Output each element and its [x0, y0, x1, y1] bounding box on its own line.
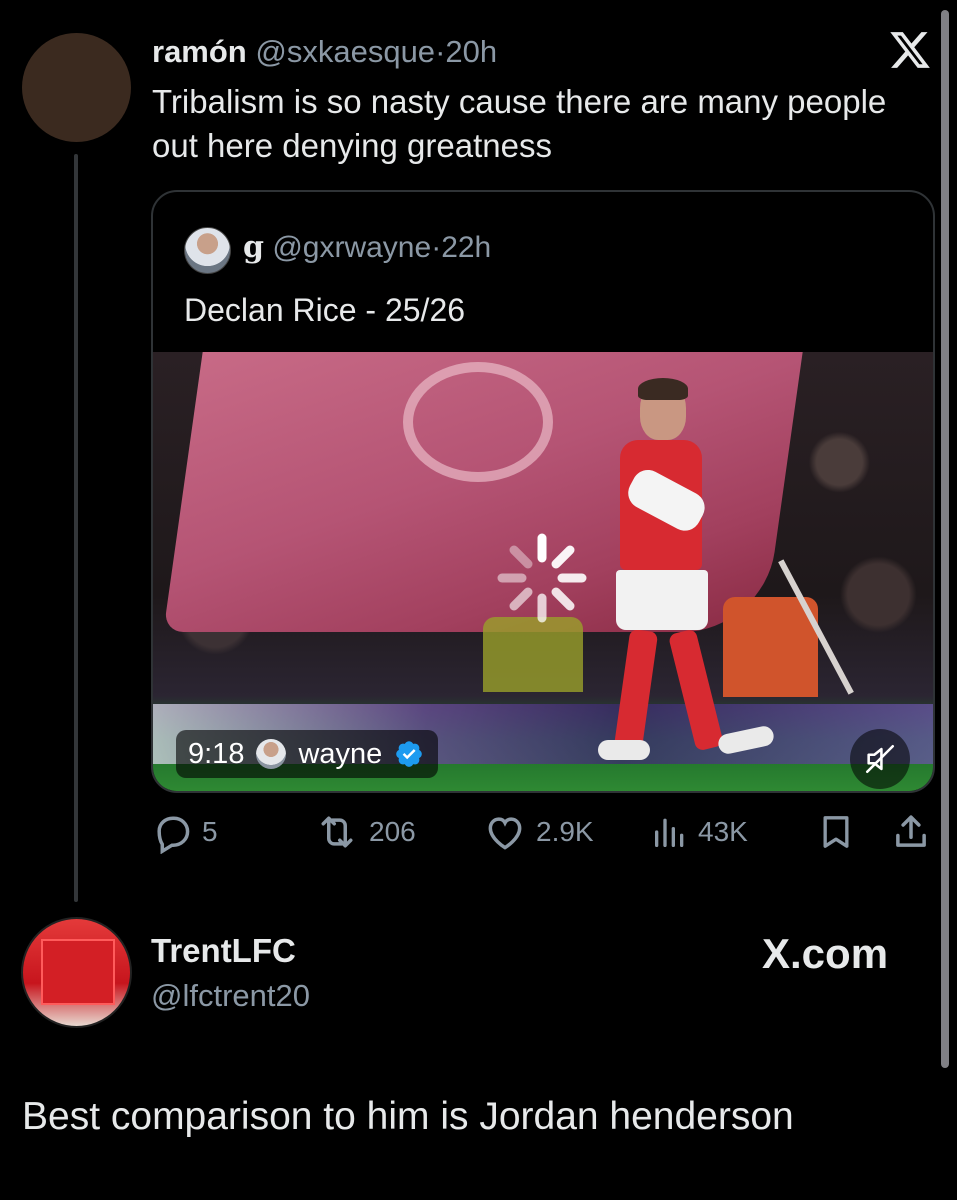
tweet-time[interactable]: 20h	[445, 34, 497, 69]
retweet-icon	[321, 816, 353, 848]
video-player-figure	[598, 378, 776, 767]
quoted-author-name[interactable]: g	[243, 230, 264, 265]
quoted-tweet-time: 22h	[441, 231, 492, 264]
source-label: X.com	[762, 930, 889, 977]
like-count: 2.9K	[536, 816, 594, 847]
like-icon	[488, 817, 522, 850]
tweet-action-bar: 5 206 2.9K 43K	[150, 810, 940, 860]
reply-author-name[interactable]: TrentLFC	[151, 932, 296, 970]
quoted-tweet-header: g @gxrwayne·22h	[243, 230, 491, 266]
retweet-button[interactable]: 206	[313, 810, 416, 854]
video-duration: 9:18	[188, 737, 245, 770]
view-count: 43K	[698, 816, 748, 847]
header-separator: ·	[435, 34, 446, 69]
video-uploader: wayne	[298, 737, 383, 770]
reply-author-avatar[interactable]	[21, 917, 132, 1028]
verified-badge-icon	[396, 741, 423, 767]
reply-text: Best comparison to him is Jordan henders…	[22, 1095, 794, 1138]
tweet-header: ramón @sxkaesque·20h	[152, 34, 497, 70]
video-player[interactable]: 9:18 wayne	[153, 352, 933, 791]
quoted-header-separator: ·	[431, 231, 442, 264]
quoted-author-handle[interactable]: @gxrwayne	[272, 231, 431, 264]
share-button[interactable]	[890, 810, 932, 854]
like-button[interactable]: 2.9K	[482, 810, 594, 854]
reply-author-handle[interactable]: @lfctrent20	[151, 978, 310, 1014]
tweet-text: Tribalism is so nasty cause there are ma…	[152, 83, 887, 164]
x-logo-icon	[890, 32, 930, 68]
muted-speaker-icon	[865, 744, 895, 774]
video-steward	[483, 617, 583, 692]
video-info-pill: 9:18 wayne	[176, 730, 439, 778]
mute-button[interactable]	[850, 729, 910, 789]
quoted-author-avatar[interactable]	[184, 227, 231, 274]
retweet-count: 206	[369, 816, 416, 847]
video-flag-cannon-emblem	[403, 362, 553, 482]
bookmark-button[interactable]	[816, 810, 856, 854]
scrollbar[interactable]	[941, 10, 949, 1068]
quoted-tweet-text: Declan Rice - 25/26	[184, 292, 466, 328]
views-icon	[655, 818, 684, 847]
author-name[interactable]: ramón	[152, 34, 247, 69]
views-button[interactable]: 43K	[650, 810, 748, 854]
avatar-banner-graphic	[41, 939, 115, 1005]
reply-count: 5	[202, 816, 218, 847]
uploader-avatar	[256, 739, 287, 769]
thread-connector-line	[74, 154, 78, 902]
bookmark-icon	[823, 816, 849, 848]
reply-button[interactable]: 5	[150, 810, 218, 854]
quoted-tweet-card[interactable]: g @gxrwayne·22h Declan Rice - 25/26 9:18…	[151, 190, 935, 793]
author-avatar[interactable]	[22, 33, 131, 142]
spinner-icon	[497, 533, 587, 623]
author-handle[interactable]: @sxkaesque	[255, 34, 435, 69]
reply-icon	[157, 816, 190, 854]
share-icon	[896, 815, 926, 847]
